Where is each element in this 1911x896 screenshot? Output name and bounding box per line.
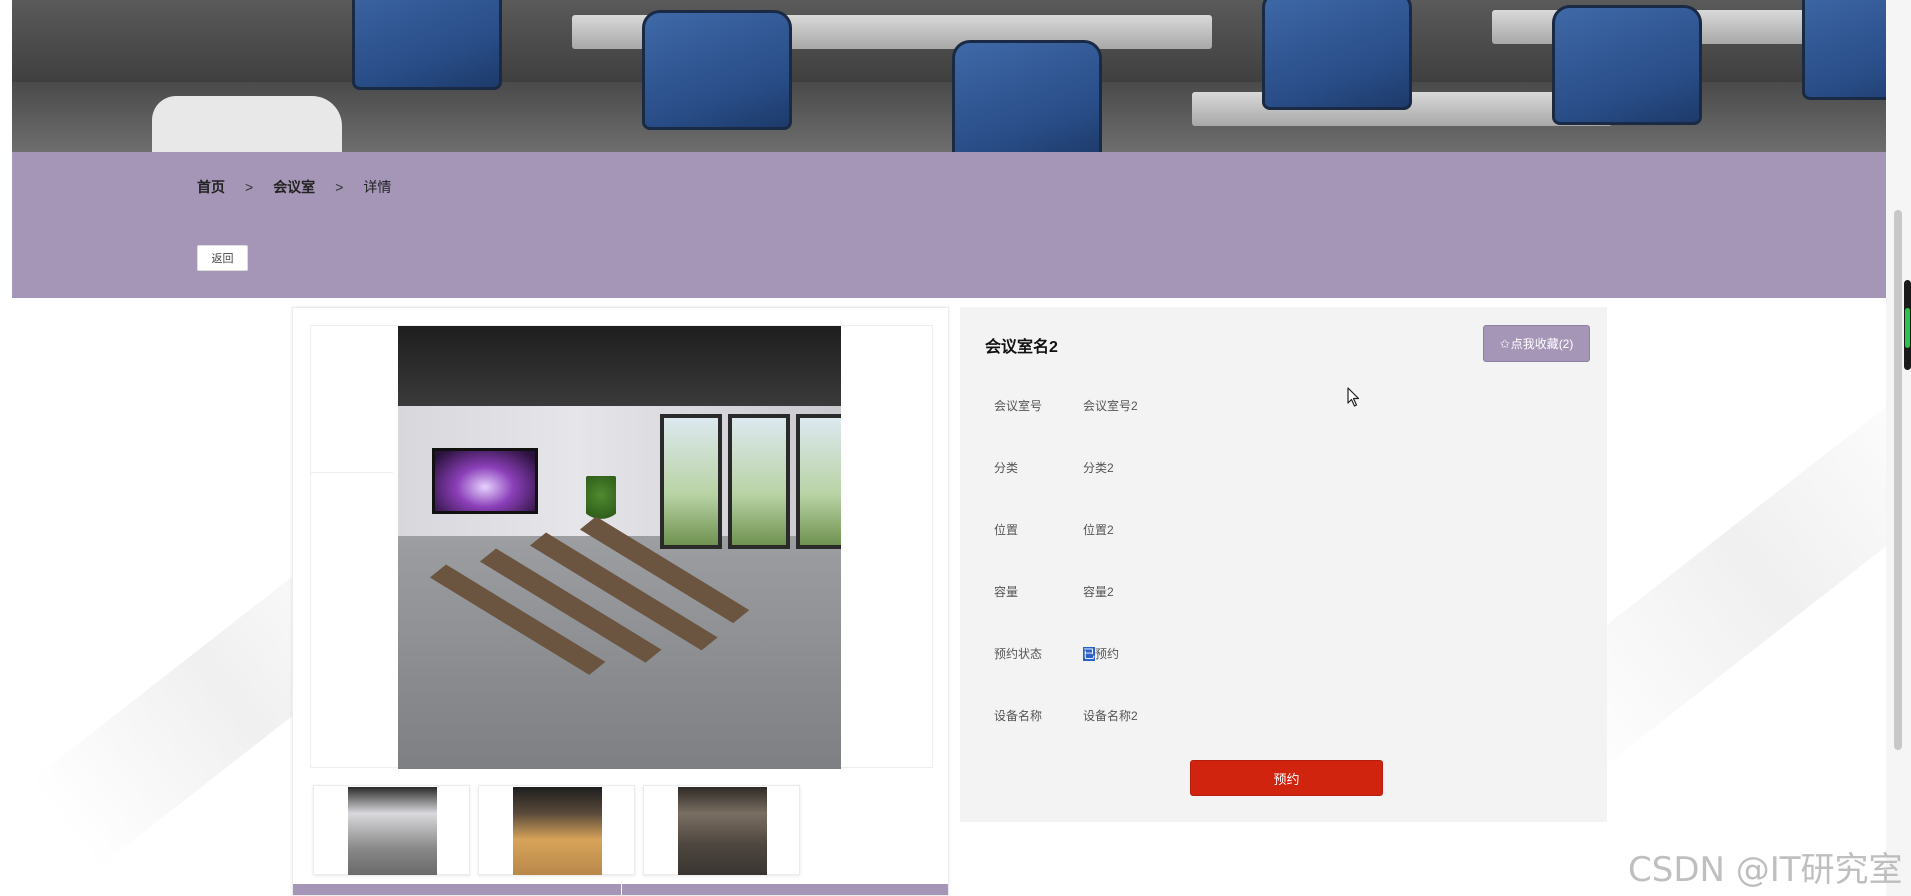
attr-label: 分类 [994,460,1019,475]
csdn-watermark: CSDN @IT研究室 [1628,850,1903,890]
room-name-title: 会议室名2 [985,339,1058,356]
header-banner-image [12,0,1888,152]
breadcrumb-meeting-room[interactable]: 会议室 [273,177,315,197]
attr-row-location: 位置 位置2 [994,519,1114,539]
thumbnail-3[interactable] [643,785,800,875]
attr-label: 会议室号 [994,398,1043,413]
attr-label: 预约状态 [994,646,1043,661]
attr-value: 分类2 [1083,460,1114,475]
breadcrumb: 首页 > 会议室 > 详情 [197,177,391,197]
attr-label: 设备名称 [994,708,1043,723]
thumbnail-2[interactable] [478,785,635,875]
scrollbar-thumb[interactable] [1894,210,1902,750]
breadcrumb-home[interactable]: 首页 [197,177,225,197]
attr-label: 位置 [994,522,1019,537]
thumbnail-strip [313,785,800,875]
attr-value: 会议室号2 [1083,398,1138,413]
breadcrumb-band: 首页 > 会议室 > 详情 返回 [12,152,1888,298]
status-text: 预约 [1095,646,1120,661]
attr-value: 容量2 [1083,584,1114,599]
attr-row-capacity: 容量 容量2 [994,581,1114,601]
tv-screen-icon [432,448,538,514]
meeting-room-photo [398,326,841,769]
star-icon: ✩ [1499,336,1510,351]
attr-value: 位置2 [1083,522,1114,537]
attr-value: 已预约 [1083,645,1119,662]
attr-row-equipment: 设备名称 设备名称2 [994,705,1138,725]
favorite-button[interactable]: ✩ 点我收藏(2) [1483,325,1590,362]
mouse-cursor-icon [1347,387,1360,407]
attr-value: 设备名称2 [1083,708,1138,723]
selected-text: 已 [1083,646,1096,661]
attr-row-reservation-status: 预约状态 已预约 [994,643,1119,663]
attr-label: 容量 [994,584,1019,599]
breadcrumb-separator: > [245,179,254,195]
attr-row-room-number: 会议室号 会议室号2 [994,395,1138,415]
attr-row-category: 分类 分类2 [994,457,1114,477]
room-detail-panel: 会议室名2 ✩ 点我收藏(2) 会议室号 会议室号2 分类 分类2 位置 位置2… [960,307,1607,822]
breadcrumb-current: 详情 [363,179,392,195]
page-scrollbar[interactable] [1886,0,1911,896]
thumbnail-image [678,787,767,875]
favorite-label: 点我收藏(2) [1510,337,1574,351]
gallery-footer-bar [293,884,948,895]
back-button[interactable]: 返回 [197,245,248,271]
thumbnail-image [348,787,437,875]
thumbnail-1[interactable] [313,785,470,875]
thumbnail-image [513,787,602,875]
breadcrumb-separator: > [335,179,344,195]
reserve-button[interactable]: 预约 [1190,760,1383,796]
side-indicator [1904,280,1911,370]
